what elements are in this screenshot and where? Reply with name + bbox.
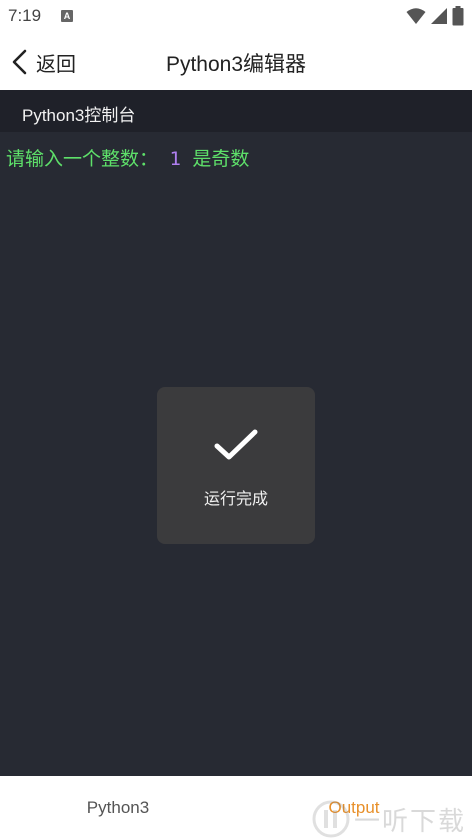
status-time: 7:19 — [8, 6, 42, 25]
notification-icon: A — [61, 10, 73, 22]
output-input-value: 1 — [169, 148, 181, 170]
output-prompt: 请输入一个整数： — [6, 148, 159, 170]
battery-icon — [452, 6, 464, 26]
console-header: Python3控制台 — [0, 90, 472, 132]
toast: 运行完成 — [157, 387, 315, 544]
signal-icon — [431, 8, 447, 24]
checkmark-icon — [214, 429, 258, 460]
screen: 7:19 A 返回 Python3编辑器 Python3控制台 请输入一个整数：… — [0, 0, 472, 840]
page-title: Python3编辑器 — [165, 53, 307, 76]
wifi-icon — [406, 8, 426, 24]
console-title: Python3控制台 — [22, 106, 136, 125]
watermark: 一听下载 — [312, 800, 466, 838]
status-bar: 7:19 A — [0, 0, 472, 32]
output-result: 是奇数 — [192, 148, 250, 170]
console-output-line: 请输入一个整数： 1 是奇数 — [6, 144, 249, 171]
status-icons — [406, 6, 464, 26]
toast-message: 运行完成 — [203, 489, 268, 508]
tab-python3[interactable]: Python3 — [0, 776, 236, 840]
app-header: 返回 Python3编辑器 — [0, 32, 472, 90]
watermark-text: 一听下载 — [353, 806, 466, 837]
watermark-logo-icon — [312, 800, 350, 838]
